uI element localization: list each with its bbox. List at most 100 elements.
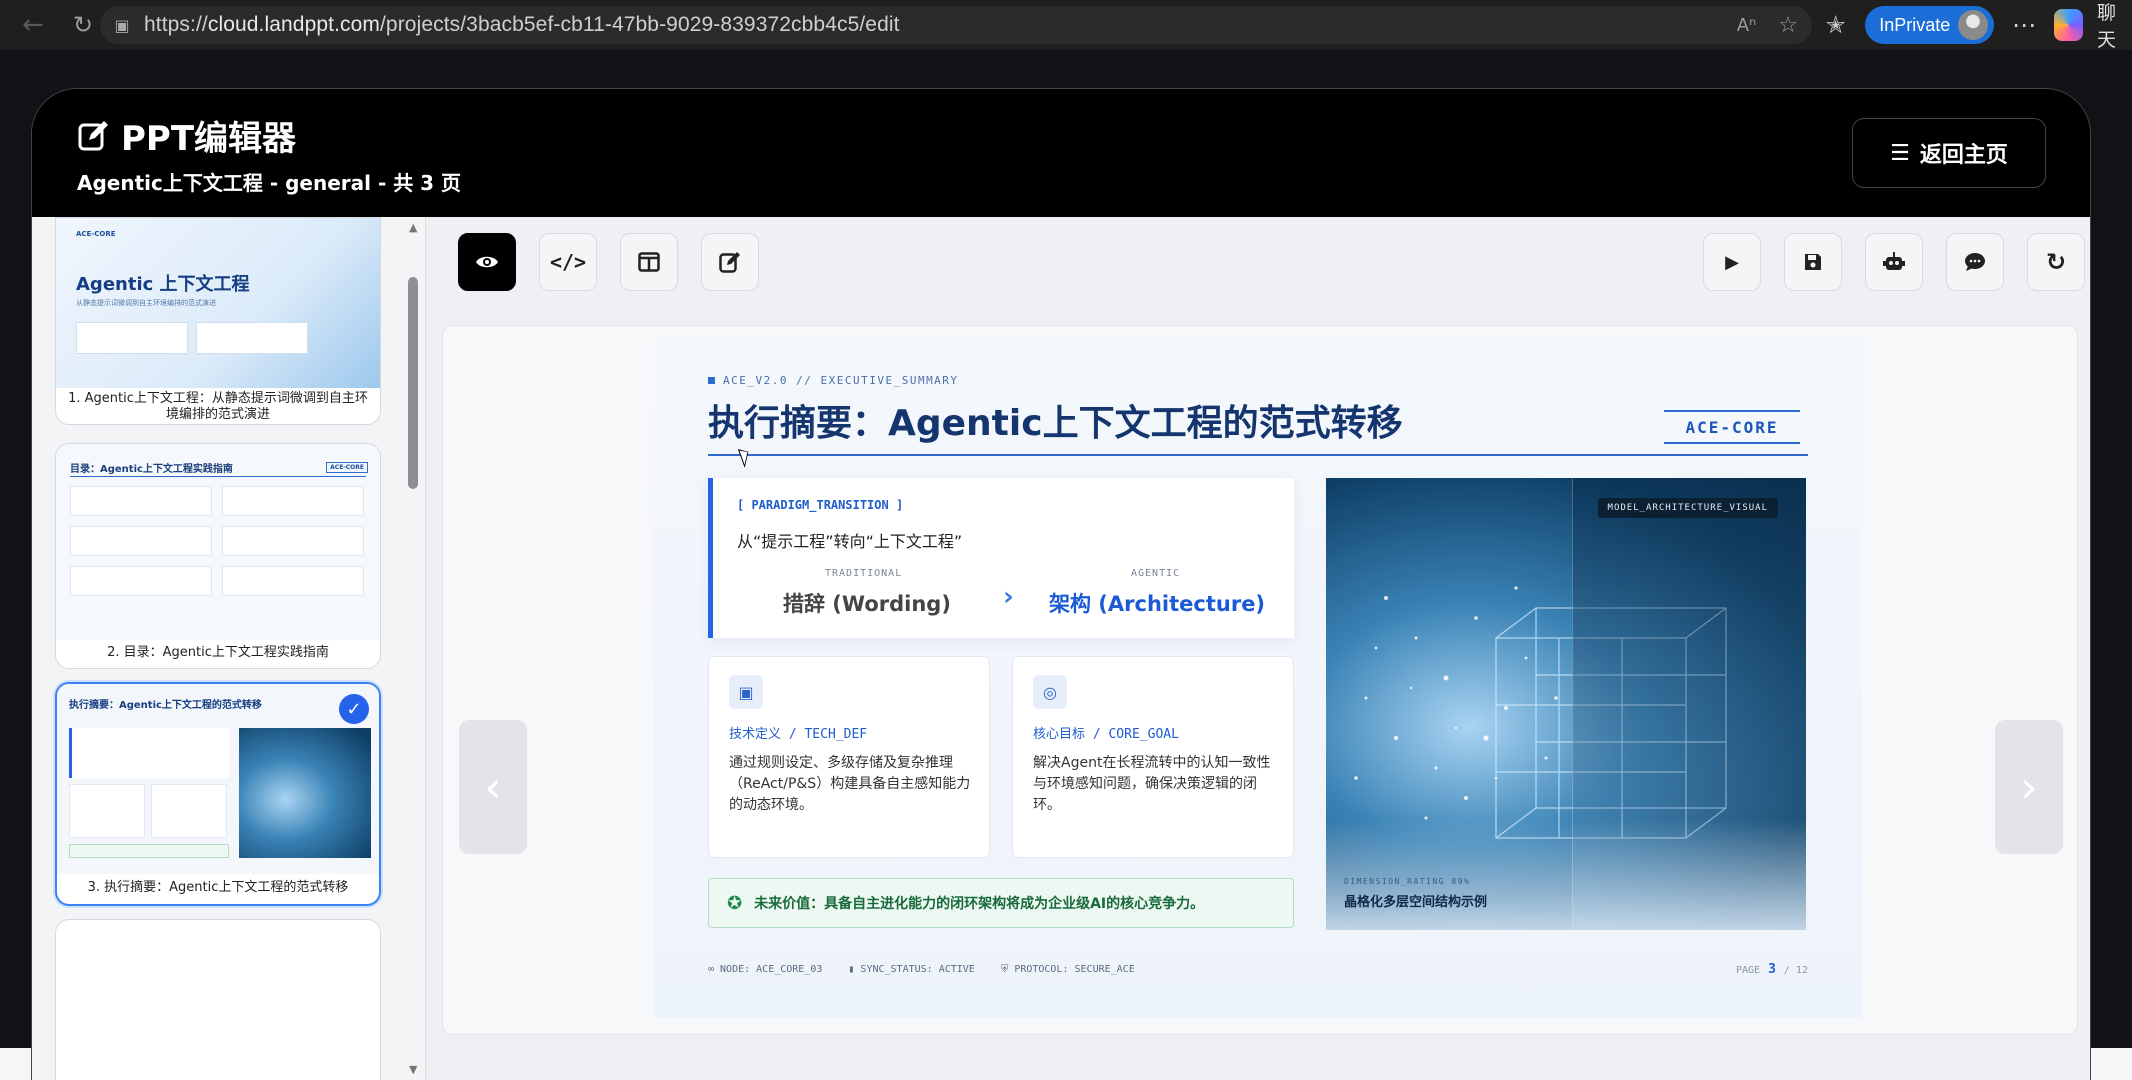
traditional-value: 措辞 (Wording) [783, 592, 951, 616]
agentic-value: 架构 (Architecture) [1049, 592, 1266, 616]
previous-slide-button[interactable]: ‹ [459, 720, 527, 854]
thumbnail-caption: 1. Agentic上下文工程：从静态提示词微调到自主环境编排的范式演进 [68, 391, 368, 422]
thumb-toc-item [70, 526, 212, 556]
thumb-card [151, 784, 227, 838]
favorite-star-icon[interactable]: ☆ [1778, 13, 1798, 38]
more-options-icon[interactable]: ⋯ [2008, 11, 2039, 39]
url-text: https://cloud.landppt.com/projects/3bacb… [144, 13, 900, 36]
card-body: 通过规则设定、多级存储及复杂推理（ReAct/P&S）构建具备自主感知能力的动态… [729, 755, 971, 813]
thumb-toc-item [70, 486, 212, 516]
refresh-button[interactable]: ↻ [2027, 233, 2085, 291]
thumb-visual [239, 728, 371, 858]
link-icon: ∞ [708, 964, 715, 975]
slide-title: 执行摘要：Agentic上下文工程的范式转移 [708, 403, 1403, 444]
thumbnail-caption: 2. 目录：Agentic上下文工程实践指南 [107, 645, 329, 660]
slide-preview[interactable]: ACE_V2.0 // EXECUTIVE_SUMMARY 执行摘要：Agent… [654, 338, 1862, 1018]
card-title: 核心目标 / CORE_GOAL [1033, 727, 1179, 742]
play-button[interactable]: ▶ [1703, 233, 1761, 291]
refresh-icon: ↻ [2045, 248, 2067, 276]
ai-assistant-button[interactable] [1865, 233, 1923, 291]
ace-core-badge: ACE-CORE [1664, 410, 1800, 444]
layout-columns-icon [638, 252, 660, 272]
thumb-toc-item [222, 526, 364, 556]
thumb-paradigm-box [69, 728, 229, 778]
footer-sync: ▮ SYNC_STATUS: ACTIVE [848, 964, 975, 975]
traditional-label: TRADITIONAL [825, 568, 903, 579]
comment-button[interactable] [1946, 233, 2004, 291]
footer-protocol: ⛨ PROTOCOL: SECURE_ACE [1000, 964, 1135, 975]
address-bar[interactable]: ▣ https://cloud.landppt.com/projects/3ba… [100, 6, 1812, 44]
list-icon: ☰ [1890, 140, 1910, 166]
footer-node: ∞ NODE: ACE_CORE_03 [708, 964, 823, 975]
signal-icon: ▮ [848, 964, 855, 975]
visual-caption-small: DIMENSION_RATING 89% [1344, 877, 1471, 886]
layout-button[interactable] [620, 233, 678, 291]
architecture-visual: MODEL_ARCHITECTURE_VISUAL DIMENSION_RATI… [1326, 478, 1806, 930]
edit-icon [78, 120, 108, 150]
thumb-toc-item [70, 566, 212, 596]
paradigm-tag: [ PARADIGM_TRANSITION ] [737, 498, 904, 512]
code-icon: </> [549, 250, 587, 274]
core-goal-card: ◎ 核心目标 / CORE_GOAL 解决Agent在长程流转中的认知一致性与环… [1012, 656, 1294, 858]
checkmark-icon: ✓ [339, 694, 369, 724]
thumb-card [69, 784, 145, 838]
scroll-up-arrow-icon[interactable]: ▲ [409, 221, 417, 234]
thumb-title: 执行摘要：Agentic上下文工程的范式转移 [69, 700, 262, 711]
chat-label[interactable]: 聊天 [2097, 0, 2132, 52]
thumb-toc-item [222, 566, 364, 596]
thumb-rule [70, 476, 366, 477]
target-icon: ◎ [1033, 675, 1067, 709]
back-home-button[interactable]: ☰ 返回主页 [1852, 118, 2046, 188]
thumb-title: Agentic 上下文工程 [76, 274, 250, 295]
slide-thumbnail-4[interactable] [55, 919, 381, 1080]
edit-icon [719, 252, 740, 273]
sidebar-scroll-thumb[interactable] [408, 277, 418, 489]
thumbnail-caption: 3. 执行摘要：Agentic上下文工程的范式转移 [87, 880, 349, 895]
slide-top-tag: ACE_V2.0 // EXECUTIVE_SUMMARY [708, 374, 959, 387]
slide-thumbnail-3[interactable]: 执行摘要：Agentic上下文工程的范式转移 ✓ 3. 执行摘要：Agentic… [55, 682, 381, 906]
paradigm-text: 从“提示工程”转向“上下文工程” [737, 532, 963, 551]
browser-toolbar: ← ↻ ▣ https://cloud.landppt.com/projects… [0, 0, 2132, 52]
card-body: 解决Agent在长程流转中的认知一致性与环境感知问题，确保决策逻辑的闭环。 [1033, 755, 1271, 813]
paradigm-transition-card: [ PARADIGM_TRANSITION ] 从“提示工程”转向“上下文工程”… [708, 478, 1294, 638]
page-indicator: PAGE 3 / 12 [1735, 962, 1808, 977]
edit-button[interactable] [701, 233, 759, 291]
preview-button[interactable] [458, 233, 516, 291]
avatar [1958, 10, 1989, 40]
thumb-toc-item [222, 486, 364, 516]
save-button[interactable] [1784, 233, 1842, 291]
thumb-title: 目录：Agentic上下文工程实践指南 [70, 464, 233, 475]
code-view-button[interactable]: </> [539, 233, 597, 291]
thumb-card [196, 322, 308, 354]
comment-icon [1965, 253, 1985, 271]
chip-icon: ▣ [729, 675, 763, 709]
thumb-future-bar [69, 844, 229, 858]
tech-def-card: ▣ 技术定义 / TECH_DEF 通过规则设定、多级存储及复杂推理（ReAct… [708, 656, 990, 858]
save-icon [1805, 254, 1821, 270]
back-icon[interactable]: ← [8, 0, 58, 50]
future-value-text: 未来价值：具备自主进化能力的闭环架构将成为企业级AI的核心竞争力。 [754, 896, 1205, 912]
scroll-down-arrow-icon[interactable]: ▼ [409, 1063, 417, 1076]
next-slide-button[interactable]: › [1995, 720, 2063, 854]
read-aloud-icon[interactable]: Aⁿ [1737, 15, 1757, 36]
app-title: PPT编辑器 [77, 111, 296, 160]
visual-caption: 晶格化多层空间结构示例 [1344, 895, 1488, 910]
slide-thumbnail-sidebar: ACE-CORE Agentic 上下文工程 从静态提示词微调到自主环境编排的范… [32, 217, 426, 1080]
lock-icon: ▣ [114, 15, 130, 35]
slide-thumbnail-1[interactable]: ACE-CORE Agentic 上下文工程 从静态提示词微调到自主环境编排的范… [55, 217, 381, 425]
thumb-card [76, 322, 188, 354]
favorites-icon[interactable]: ✭ [1820, 11, 1851, 39]
thumb-brand: ACE-CORE [76, 230, 116, 238]
slide-thumbnail-2[interactable]: 目录：Agentic上下文工程实践指南 ACE-CORE 2. 目录：Agent… [55, 443, 381, 669]
copilot-icon[interactable] [2053, 9, 2084, 41]
inprivate-button[interactable]: InPrivate [1865, 6, 1995, 44]
eye-icon [476, 256, 498, 268]
visual-tag: MODEL_ARCHITECTURE_VISUAL [1597, 498, 1778, 518]
card-title: 技术定义 / TECH_DEF [729, 727, 868, 742]
thumb-subtitle: 从静态提示词微调到自主环境编排的范式演进 [76, 299, 216, 307]
chevron-right-icon: › [1003, 582, 1014, 612]
agentic-label: AGENTIC [1131, 568, 1181, 579]
shield-icon: ⛨ [1000, 964, 1009, 975]
robot-icon [1883, 252, 1905, 270]
future-value-banner: ✪ 未来价值：具备自主进化能力的闭环架构将成为企业级AI的核心竞争力。 [708, 878, 1294, 928]
